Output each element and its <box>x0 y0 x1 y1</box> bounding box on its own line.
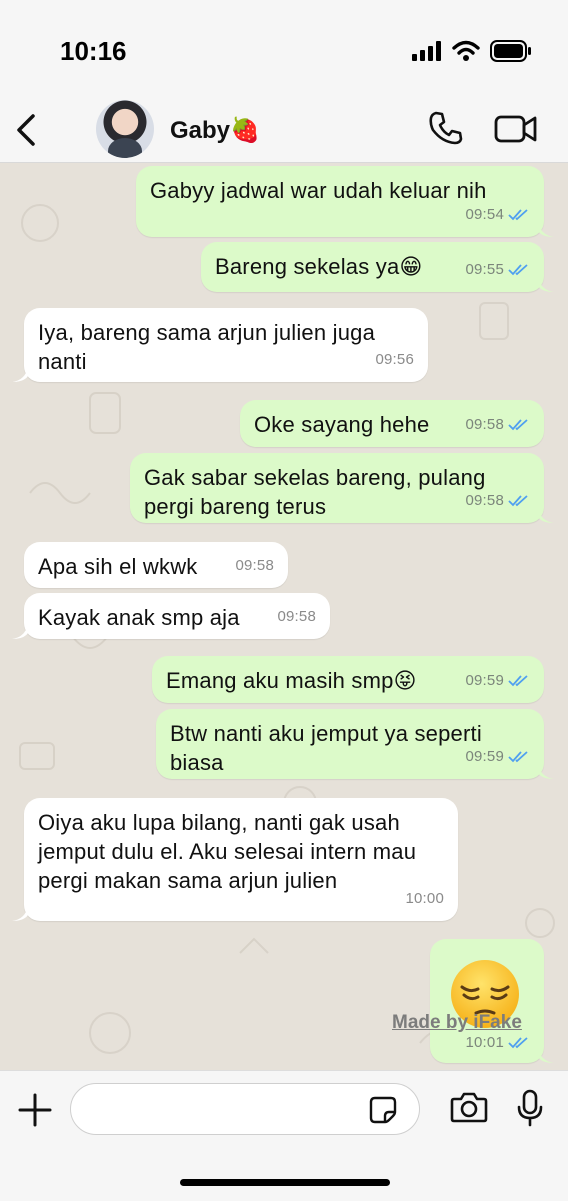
message-text: Iya, bareng sama arjun julien juga nanti <box>38 320 376 374</box>
read-ticks-icon <box>508 418 528 430</box>
message-text: Kayak anak smp aja <box>38 605 240 630</box>
read-ticks-icon <box>508 674 528 686</box>
message-meta: 09:55 <box>465 255 530 284</box>
message-outgoing[interactable]: Btw nanti aku jemput ya seperti biasa 09… <box>156 709 544 779</box>
bubble-tail <box>538 1047 554 1063</box>
message-time: 09:58 <box>235 557 274 574</box>
message-meta: 09:58 <box>465 410 530 439</box>
watermark: Made by iFake <box>392 1012 522 1033</box>
message-incoming[interactable]: Apa sih el wkwk 09:58 <box>24 542 288 588</box>
message-input[interactable] <box>70 1083 420 1135</box>
message-text: Oiya aku lupa bilang, nanti gak usah jem… <box>38 810 417 893</box>
message-time: 09:56 <box>375 351 414 368</box>
signal-icon <box>412 41 441 61</box>
bubble-tail <box>12 623 28 639</box>
message-time: 09:55 <box>465 261 504 278</box>
bubble-tail <box>538 276 554 292</box>
read-ticks-icon <box>508 208 528 220</box>
message-time: 09:59 <box>465 748 504 765</box>
message-meta: 09:58 <box>235 551 274 580</box>
microphone-icon[interactable] <box>516 1089 544 1127</box>
chat-area[interactable]: Gabyy jadwal war udah keluar nih 09:54 B… <box>0 163 568 1070</box>
video-camera-icon[interactable] <box>494 114 538 144</box>
battery-icon <box>490 40 531 62</box>
message-meta: 09:58 <box>277 602 316 631</box>
status-bar: 10:16 <box>0 0 568 100</box>
message-time: 09:58 <box>277 608 316 625</box>
message-outgoing-emoji[interactable]: 10:01 <box>430 939 544 1063</box>
plus-icon[interactable] <box>18 1093 52 1127</box>
message-text: Apa sih el wkwk <box>38 554 198 579</box>
message-meta: 09:58 <box>465 486 530 515</box>
message-outgoing[interactable]: Oke sayang hehe 09:58 <box>240 400 544 447</box>
message-text: Emang aku masih smp😝 <box>166 668 417 693</box>
message-time: 09:54 <box>465 206 504 223</box>
status-icons <box>412 40 532 62</box>
message-incoming[interactable]: Iya, bareng sama arjun julien juga nanti… <box>24 308 428 382</box>
message-text: Gabyy jadwal war udah keluar nih <box>150 178 487 203</box>
message-meta: 09:54 <box>465 200 530 229</box>
camera-icon[interactable] <box>450 1091 488 1123</box>
message-time: 10:00 <box>405 890 444 907</box>
bubble-tail <box>12 366 28 382</box>
message-meta: 09:59 <box>465 666 530 695</box>
message-text: Oke sayang hehe <box>254 412 430 437</box>
bubble-tail <box>538 221 554 237</box>
chat-header: Gaby🍓 <box>0 100 568 163</box>
avatar[interactable] <box>96 100 154 158</box>
message-text: Bareng sekelas ya😁 <box>215 254 423 279</box>
read-ticks-icon <box>508 1036 528 1048</box>
bubble-tail <box>538 763 554 779</box>
bubble-tail <box>538 507 554 523</box>
bubble-tail <box>12 905 28 921</box>
phone-icon[interactable] <box>428 110 464 146</box>
message-outgoing[interactable]: Gabyy jadwal war udah keluar nih 09:54 <box>136 166 544 237</box>
read-ticks-icon <box>508 750 528 762</box>
read-ticks-icon <box>508 263 528 275</box>
home-indicator <box>180 1179 390 1186</box>
back-chevron-icon[interactable] <box>14 110 38 150</box>
message-meta: 09:56 <box>375 345 414 374</box>
message-time: 09:59 <box>465 672 504 689</box>
message-meta: 09:59 <box>465 742 530 771</box>
message-outgoing[interactable]: Emang aku masih smp😝 09:59 <box>152 656 544 703</box>
sticker-icon[interactable] <box>369 1096 397 1124</box>
input-bar <box>0 1070 568 1201</box>
read-ticks-icon <box>508 494 528 506</box>
status-time: 10:16 <box>60 36 127 66</box>
message-incoming[interactable]: Oiya aku lupa bilang, nanti gak usah jem… <box>24 798 458 921</box>
message-outgoing[interactable]: Gak sabar sekelas bareng, pulang pergi b… <box>130 453 544 523</box>
message-meta: 10:00 <box>405 884 444 913</box>
message-time: 09:58 <box>465 416 504 433</box>
wifi-icon <box>452 40 480 61</box>
message-incoming[interactable]: Kayak anak smp aja 09:58 <box>24 593 330 639</box>
contact-name[interactable]: Gaby🍓 <box>170 116 260 145</box>
message-time: 09:58 <box>465 492 504 509</box>
message-outgoing[interactable]: Bareng sekelas ya😁 09:55 <box>201 242 544 292</box>
